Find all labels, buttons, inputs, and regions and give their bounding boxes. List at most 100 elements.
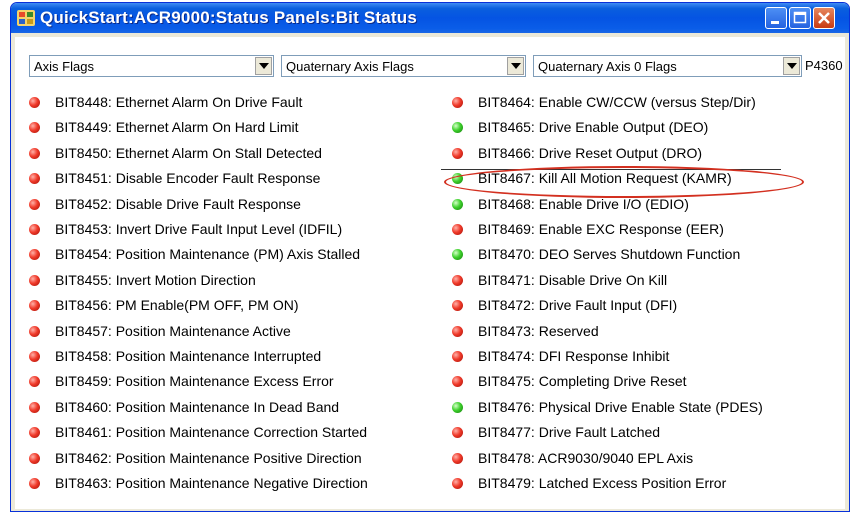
bit-row: BIT8475: Completing Drive Reset — [452, 371, 832, 393]
bit-row: BIT8467: Kill All Motion Request (KAMR) — [452, 168, 832, 190]
bit-row: BIT8466: Drive Reset Output (DRO) — [452, 143, 832, 165]
bit-row: BIT8449: Ethernet Alarm On Hard Limit — [29, 117, 409, 139]
bit-label: BIT8465: Drive Enable Output (DEO) — [478, 119, 709, 135]
bit-label: BIT8448: Ethernet Alarm On Drive Fault — [55, 94, 303, 110]
bit-label: BIT8456: PM Enable(PM OFF, PM ON) — [55, 297, 299, 313]
chevron-down-icon — [787, 63, 797, 69]
chevron-down-icon — [259, 63, 269, 69]
bit-row: BIT8450: Ethernet Alarm On Stall Detecte… — [29, 143, 409, 165]
led-on-icon — [452, 199, 463, 210]
bit-row: BIT8473: Reserved — [452, 321, 832, 343]
bit-row: BIT8476: Physical Drive Enable State (PD… — [452, 397, 832, 419]
axis-subgroup-select[interactable]: Quaternary Axis Flags — [281, 55, 526, 77]
bit-label: BIT8455: Invert Motion Direction — [55, 272, 256, 288]
bit-row: BIT8460: Position Maintenance In Dead Ba… — [29, 397, 409, 419]
led-off-icon — [452, 148, 463, 159]
close-icon — [818, 12, 830, 24]
bit-row: BIT8471: Disable Drive On Kill — [452, 270, 832, 292]
axis-group-value: Axis Flags — [34, 59, 94, 74]
led-off-icon — [29, 402, 40, 413]
bit-label: BIT8474: DFI Response Inhibit — [478, 348, 670, 364]
led-off-icon — [452, 351, 463, 362]
bit-row: BIT8461: Position Maintenance Correction… — [29, 422, 409, 444]
bit-label: BIT8464: Enable CW/CCW (versus Step/Dir) — [478, 94, 756, 110]
bit-label: BIT8475: Completing Drive Reset — [478, 373, 687, 389]
bit-row: BIT8479: Latched Excess Position Error — [452, 473, 832, 495]
bit-label: BIT8473: Reserved — [478, 323, 599, 339]
bit-row: BIT8468: Enable Drive I/O (EDIO) — [452, 194, 832, 216]
bit-row: BIT8464: Enable CW/CCW (versus Step/Dir) — [452, 92, 832, 114]
bit-label: BIT8449: Ethernet Alarm On Hard Limit — [55, 119, 299, 135]
led-off-icon — [29, 97, 40, 108]
led-off-icon — [29, 453, 40, 464]
dropdown-button[interactable] — [507, 57, 524, 75]
bit-label: BIT8468: Enable Drive I/O (EDIO) — [478, 196, 689, 212]
bit-row: BIT8478: ACR9030/9040 EPL Axis — [452, 448, 832, 470]
bit-label: BIT8461: Position Maintenance Correction… — [55, 424, 368, 440]
bit-row: BIT8469: Enable EXC Response (EER) — [452, 219, 832, 241]
bit-label: BIT8452: Disable Drive Fault Response — [55, 196, 301, 212]
bit-row: BIT8451: Disable Encoder Fault Response — [29, 168, 409, 190]
dropdown-button[interactable] — [255, 57, 272, 75]
bit-row: BIT8458: Position Maintenance Interrupte… — [29, 346, 409, 368]
led-off-icon — [29, 478, 40, 489]
led-off-icon — [29, 173, 40, 184]
bit-label: BIT8479: Latched Excess Position Error — [478, 475, 727, 491]
maximize-icon — [793, 11, 807, 24]
bit-label: BIT8466: Drive Reset Output (DRO) — [478, 145, 703, 161]
bit-label: BIT8451: Disable Encoder Fault Response — [55, 170, 321, 186]
minimize-button[interactable] — [765, 7, 787, 29]
bit-label: BIT8467: Kill All Motion Request (KAMR) — [478, 170, 732, 186]
bit-row: BIT8456: PM Enable(PM OFF, PM ON) — [29, 295, 409, 317]
led-off-icon — [452, 275, 463, 286]
axis-subgroup-value: Quaternary Axis Flags — [286, 59, 414, 74]
close-button[interactable] — [813, 7, 835, 29]
led-off-icon — [29, 122, 40, 133]
maximize-button[interactable] — [789, 7, 811, 29]
bit-label: BIT8459: Position Maintenance Excess Err… — [55, 373, 334, 389]
led-on-icon — [452, 122, 463, 133]
led-off-icon — [452, 326, 463, 337]
led-off-icon — [29, 224, 40, 235]
bit-row: BIT8463: Position Maintenance Negative D… — [29, 473, 409, 495]
bit-row: BIT8477: Drive Fault Latched — [452, 422, 832, 444]
bit-row: BIT8457: Position Maintenance Active — [29, 321, 409, 343]
bit-row: BIT8453: Invert Drive Fault Input Level … — [29, 219, 409, 241]
bit-label: BIT8450: Ethernet Alarm On Stall Detecte… — [55, 145, 322, 161]
window-title: QuickStart:ACR9000:Status Panels:Bit Sta… — [40, 8, 418, 27]
bit-label: BIT8458: Position Maintenance Interrupte… — [55, 348, 322, 364]
axis-flags-select[interactable]: Quaternary Axis 0 Flags — [533, 55, 802, 77]
bit-row: BIT8459: Position Maintenance Excess Err… — [29, 371, 409, 393]
bit-row: BIT8465: Drive Enable Output (DEO) — [452, 117, 832, 139]
bit-status-panel: Axis Flags Quaternary Axis Flags Quatern… — [15, 37, 845, 509]
led-off-icon — [29, 249, 40, 260]
bit-row: BIT8448: Ethernet Alarm On Drive Fault — [29, 92, 409, 114]
axis-group-select[interactable]: Axis Flags — [29, 55, 274, 77]
led-on-icon — [452, 173, 463, 184]
bit-row: BIT8472: Drive Fault Input (DFI) — [452, 295, 832, 317]
led-off-icon — [452, 97, 463, 108]
bit-label: BIT8477: Drive Fault Latched — [478, 424, 661, 440]
led-off-icon — [452, 224, 463, 235]
bit-label: BIT8453: Invert Drive Fault Input Level … — [55, 221, 343, 237]
bit-row: BIT8452: Disable Drive Fault Response — [29, 194, 409, 216]
bit-row: BIT8455: Invert Motion Direction — [29, 270, 409, 292]
bit-row: BIT8454: Position Maintenance (PM) Axis … — [29, 244, 409, 266]
app-icon — [17, 10, 35, 26]
led-off-icon — [452, 427, 463, 438]
bit-label: BIT8476: Physical Drive Enable State (PD… — [478, 399, 763, 415]
bit-row: BIT8462: Position Maintenance Positive D… — [29, 448, 409, 470]
led-off-icon — [29, 326, 40, 337]
led-off-icon — [29, 300, 40, 311]
bit-label: BIT8478: ACR9030/9040 EPL Axis — [478, 450, 694, 466]
bit-label: BIT8469: Enable EXC Response (EER) — [478, 221, 724, 237]
bit-label: BIT8470: DEO Serves Shutdown Function — [478, 246, 741, 262]
title-bar[interactable]: QuickStart:ACR9000:Status Panels:Bit Sta… — [11, 3, 849, 33]
bit-label: BIT8457: Position Maintenance Active — [55, 323, 291, 339]
led-off-icon — [29, 427, 40, 438]
parameter-label: P4360 — [805, 58, 843, 73]
led-off-icon — [29, 199, 40, 210]
led-off-icon — [452, 300, 463, 311]
axis-flags-value: Quaternary Axis 0 Flags — [538, 59, 677, 74]
dropdown-button[interactable] — [783, 57, 800, 75]
